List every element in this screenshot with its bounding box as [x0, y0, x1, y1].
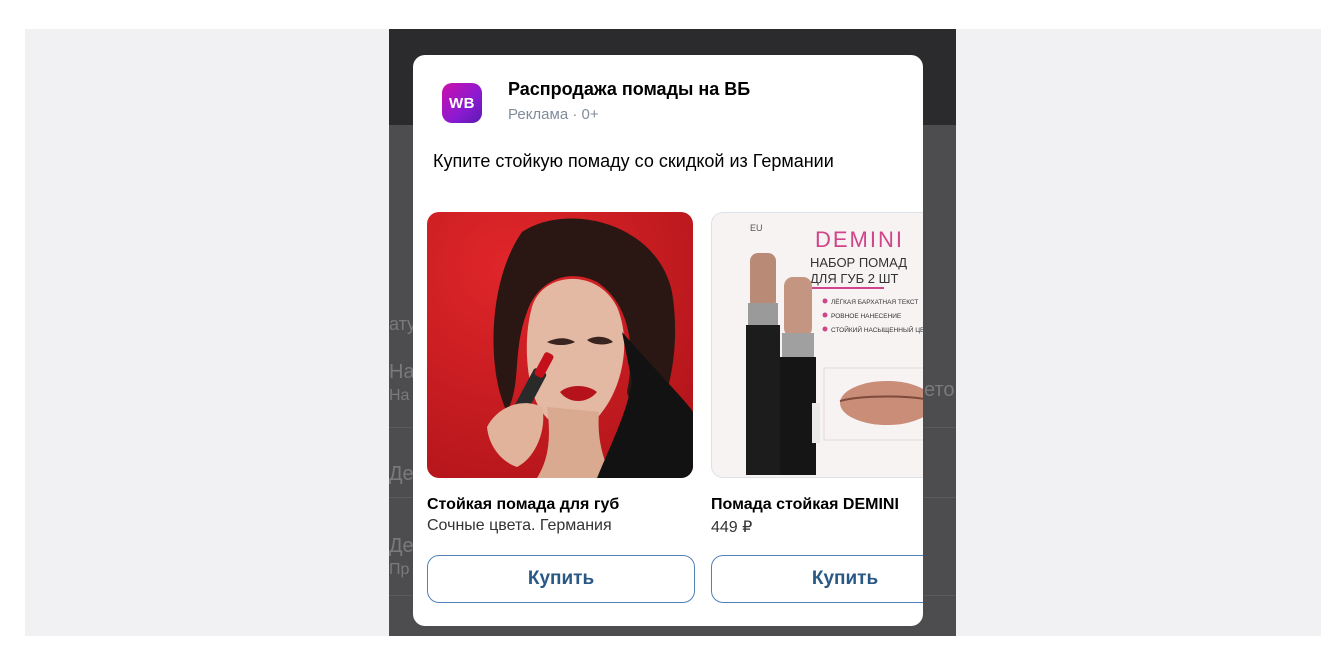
product-image[interactable]: EU DEMINI НАБОР ПОМАД ДЛЯ ГУБ 2 ШТ ЛЁГКА… — [711, 212, 923, 478]
product-price: 449 ₽ — [711, 519, 753, 536]
ad-title[interactable]: Распродажа помады на ВБ — [508, 79, 750, 100]
image-headline: ДЛЯ ГУБ 2 ШТ — [810, 271, 899, 286]
underlay-text: На — [389, 387, 410, 404]
product-title[interactable]: Помада стойкая DEMINI — [711, 496, 899, 514]
product-title[interactable]: Стойкая помада для губ — [427, 496, 619, 514]
image-bullet: РОВНОЕ НАНЕСЕНИЕ — [831, 313, 902, 320]
buy-button[interactable]: Купить — [427, 555, 695, 603]
buy-button[interactable]: Купить — [711, 555, 923, 603]
underlay-text: ату — [389, 314, 417, 334]
underlay-text: ето — [924, 379, 955, 401]
underlay-text: Де — [389, 463, 414, 485]
image-bullet: СТОЙКИЙ НАСЫЩЕННЫЙ ЦВ — [831, 325, 923, 334]
underlay-text: Пр — [389, 561, 410, 578]
product-image[interactable] — [427, 212, 693, 478]
product-subtitle: Сочные цвета. Германия — [427, 517, 612, 534]
image-headline: НАБОР ПОМАД — [810, 255, 907, 270]
ad-popup: WB Распродажа помады на ВБ Реклама · 0+ … — [413, 55, 923, 626]
brand-badge: EU — [750, 223, 763, 233]
product-card[interactable]: Стойкая помада для губ Сочные цвета. Гер… — [427, 212, 695, 626]
ad-label: Реклама · 0+ — [508, 106, 599, 123]
image-brand: DEMINI — [815, 227, 904, 252]
product-carousel[interactable]: Стойкая помада для губ Сочные цвета. Гер… — [427, 212, 923, 626]
brand-logo[interactable]: WB — [442, 83, 482, 123]
underlay-text: На — [389, 361, 415, 383]
ad-description: Купите стойкую помаду со скидкой из Герм… — [433, 151, 834, 171]
model-lipstick-photo — [427, 212, 693, 478]
underlay-text: Де — [389, 535, 414, 557]
image-bullet: ЛЁГКАЯ БАРХАТНАЯ ТЕКСТ — [831, 298, 918, 306]
product-card[interactable]: EU DEMINI НАБОР ПОМАД ДЛЯ ГУБ 2 ШТ ЛЁГКА… — [711, 212, 923, 626]
lipstick-set-photo: EU DEMINI НАБОР ПОМАД ДЛЯ ГУБ 2 ШТ ЛЁГКА… — [712, 213, 923, 477]
